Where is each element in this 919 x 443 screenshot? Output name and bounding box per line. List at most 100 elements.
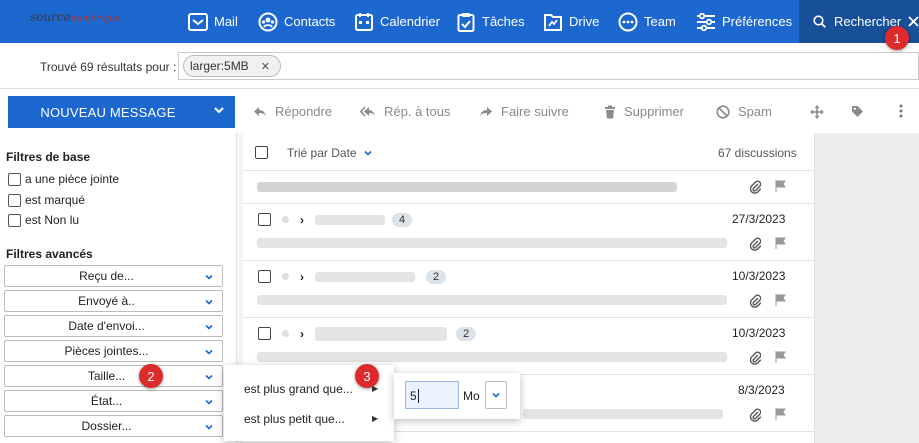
message-row[interactable] [243,171,814,204]
more-options-icon[interactable] [899,104,903,118]
nav-mail[interactable]: Mail [188,0,238,43]
nav-team[interactable]: Team [618,0,676,43]
filter-received-from-label: Reçu de... [79,269,134,283]
thread-count-badge: 2 [426,270,447,284]
annotation-badge-2: 2 [139,364,163,388]
message-checkbox[interactable] [258,327,271,340]
new-message-button[interactable]: NOUVEAU MESSAGE [8,96,235,128]
nav-preferences[interactable]: Préférences [696,0,792,43]
message-date: 27/3/2023 [732,212,786,226]
reply-all-label: Rép. à tous [384,104,451,119]
nav-preferences-label: Préférences [722,14,793,29]
filter-flagged-label: est marqué [25,193,86,207]
flag-icon[interactable] [775,408,786,420]
filter-unread-checkbox[interactable] [8,213,21,227]
attachment-icon [749,294,761,308]
team-icon [618,12,638,32]
message-preview-blurred [257,238,727,248]
reply-label: Répondre [275,104,333,119]
filter-size[interactable]: Taille... [4,365,223,387]
sort-dropdown[interactable]: Trié par Date [287,146,373,160]
flag-icon[interactable] [775,351,786,363]
message-row[interactable]: › 4 27/3/2023 [243,204,814,261]
filter-send-date-label: Date d'envoi... [68,319,145,333]
logo-subtext: numérique [70,14,121,24]
chevron-down-icon [204,396,214,410]
unread-dot[interactable] [282,216,289,223]
new-message-label: NOUVEAU MESSAGE [40,104,176,120]
size-value-text: 5 [410,389,417,403]
flag-icon[interactable] [775,237,786,249]
filter-status-label: État... [90,394,123,408]
expand-thread-icon[interactable]: › [300,213,304,227]
nav-contacts[interactable]: Contacts [258,0,335,43]
basic-filters-title: Filtres de base [6,150,91,164]
filter-flagged[interactable]: est marqué [8,193,85,207]
app-logo[interactable]: sourcenumérique [30,10,120,24]
block-icon [716,104,730,119]
message-checkbox[interactable] [258,213,271,226]
filter-attachment[interactable]: a une pièce jointe [8,172,119,186]
menu-item-smaller-than[interactable]: est plus petit que... [244,412,345,426]
remove-chip-icon[interactable]: ✕ [261,60,270,73]
search-chip-label: larger:5MB [190,59,249,73]
chevron-down-icon [204,271,214,285]
results-count-label: Trouvé 69 résultats pour : [40,60,177,74]
message-preview-blurred [257,182,677,192]
filter-status[interactable]: État... [4,390,223,412]
filter-received-from[interactable]: Reçu de... [4,265,223,287]
expand-thread-icon[interactable]: › [300,270,304,284]
nav-contacts-label: Contacts [284,14,336,29]
mail-icon [188,12,208,32]
spam-button[interactable]: Spam [716,104,772,119]
search-icon [813,15,826,28]
select-all-checkbox[interactable] [255,146,268,159]
size-value-input[interactable]: 5 [405,381,459,409]
filter-attachment-checkbox[interactable] [8,172,21,186]
reply-all-button[interactable]: Rép. à tous [360,104,451,119]
chevron-down-icon [204,321,214,335]
nav-calendar[interactable]: Calendrier [354,0,440,43]
nav-mail-label: Mail [214,14,238,29]
drive-icon [543,12,563,32]
unread-dot[interactable] [282,330,289,337]
move-icon[interactable] [810,105,824,119]
flag-icon[interactable] [775,294,786,306]
delete-button[interactable]: Supprimer [604,104,684,119]
new-message-dropdown-icon[interactable] [213,104,225,119]
thread-count-badge: 4 [392,213,413,227]
filter-size-label: Taille... [87,369,126,383]
flag-icon[interactable] [775,180,786,192]
close-search-icon[interactable] [908,16,919,27]
forward-icon [479,106,493,118]
filter-attachments[interactable]: Pièces jointes... [4,340,223,362]
forward-button[interactable]: Faire suivre [479,104,569,119]
size-unit-dropdown[interactable] [485,381,507,409]
message-row[interactable]: › 2 10/3/2023 [243,261,814,318]
reply-button[interactable]: Répondre [253,104,332,119]
reply-all-icon [360,105,376,118]
filter-unread[interactable]: est Non lu [8,213,79,227]
message-checkbox[interactable] [258,270,271,283]
tasks-icon [456,12,476,32]
search-chip[interactable]: larger:5MB ✕ [183,55,281,77]
message-preview-blurred [257,295,727,305]
tag-icon[interactable] [851,105,864,118]
trash-icon [604,105,616,119]
chevron-down-icon [204,296,214,310]
nav-tasks-label: Tâches [482,14,525,29]
filter-folder[interactable]: Dossier... [4,415,223,437]
expand-thread-icon[interactable]: › [300,327,304,341]
reading-pane [814,133,919,443]
nav-team-label: Team [644,14,676,29]
filter-send-date[interactable]: Date d'envoi... [4,315,223,337]
menu-item-greater-than[interactable]: est plus grand que... [244,382,353,396]
discussion-count: 67 discussions [718,146,797,160]
filter-sent-to[interactable]: Envoyé à.. [4,290,223,312]
filter-flagged-checkbox[interactable] [8,193,21,207]
logo-text: source [30,10,71,24]
nav-tasks[interactable]: Tâches [456,0,525,43]
unread-dot[interactable] [282,273,289,280]
search-query-field[interactable] [178,52,919,80]
nav-drive[interactable]: Drive [543,0,599,43]
